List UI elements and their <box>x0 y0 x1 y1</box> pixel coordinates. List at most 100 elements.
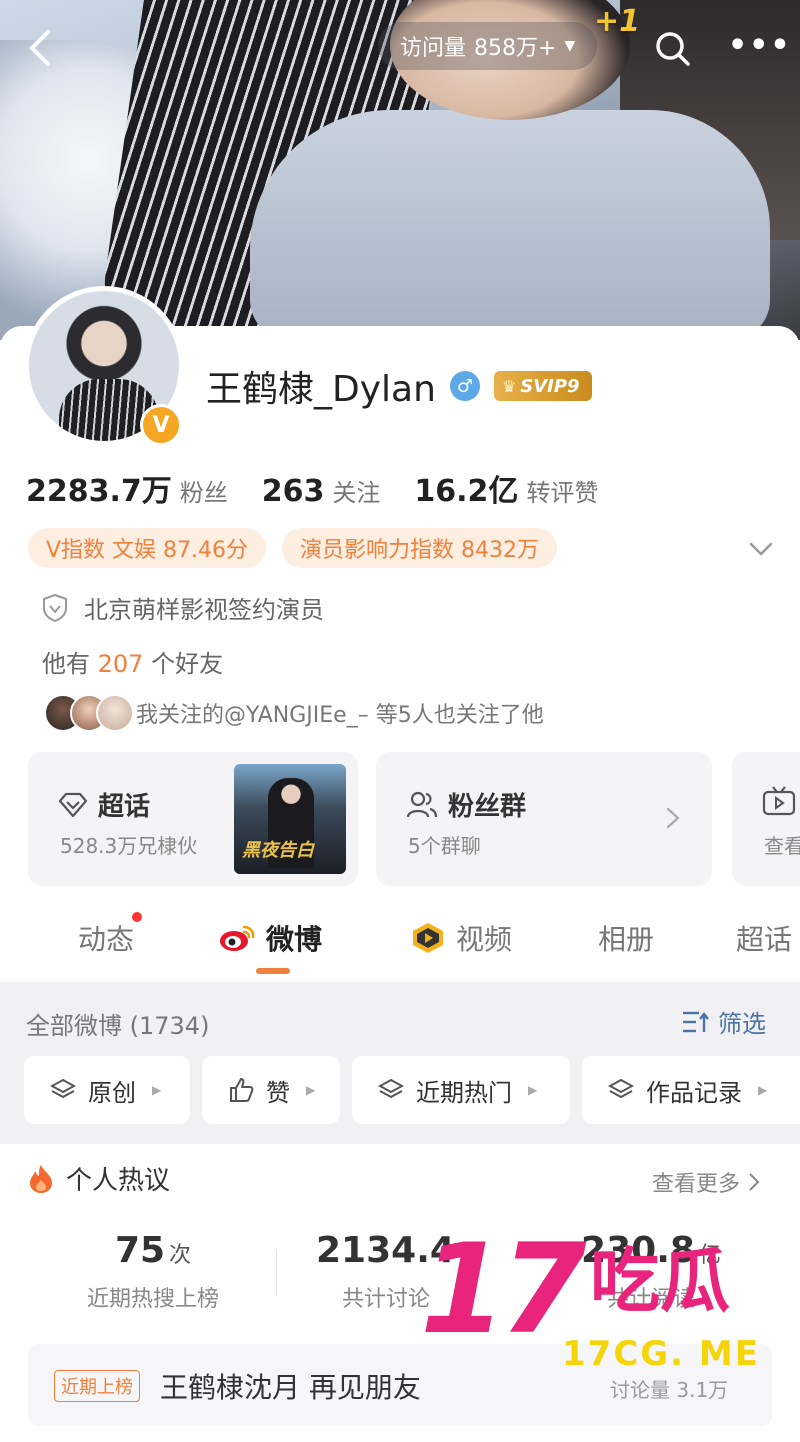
mutual-follow-row[interactable]: 我关注的@YANGJIEe_– 等5人也关注了他 <box>44 694 544 732</box>
thumbs-up-icon <box>230 1078 254 1102</box>
thumbnail-title: 黑夜告白 <box>242 840 314 861</box>
filter-icon <box>683 1011 709 1032</box>
tab-label: 视频 <box>456 923 513 956</box>
active-tab-indicator <box>256 968 290 974</box>
mutual-avatars <box>44 694 134 732</box>
filter-button[interactable]: 筛选 <box>682 1004 766 1039</box>
tab-weibo[interactable]: 微博 <box>218 918 322 958</box>
caret-right-icon: ▶ <box>152 1083 162 1097</box>
tab-album[interactable]: 相册 <box>598 918 654 958</box>
stat-value: 263 <box>261 474 325 509</box>
see-more-label: 查看更多 <box>652 1172 741 1197</box>
metric-unit: 次 <box>169 1243 192 1268</box>
profile-stats: 2283.7万 粉丝 263 关注 16.2亿 转评赞 <box>26 466 598 510</box>
feed-filter-area: 全部微博 (1734) 筛选 原创 ▶ 赞 ▶ 近期热门 ▶ 作品记录 ▶ <box>0 982 800 1144</box>
supertopic-card[interactable]: 超话 528.3万兄棣伙 黑夜告白 <box>28 752 358 886</box>
see-more-link[interactable]: 查看更多 <box>652 1166 760 1198</box>
avatar <box>96 694 134 732</box>
stat-value: 16.2亿 <box>414 474 519 509</box>
more-icon[interactable]: ••• <box>728 28 790 68</box>
svip-label: SVIP9 <box>520 375 580 397</box>
trend-tag: 近期上榜 <box>54 1370 140 1402</box>
friends-row[interactable]: 他有 207 个好友 <box>42 644 223 679</box>
pill-original[interactable]: 原创 ▶ <box>24 1056 190 1124</box>
top-bar: 访问量 858万+ ▼ +1 ••• <box>0 0 800 96</box>
weibo-icon <box>220 925 255 951</box>
metric-value: 75 <box>114 1230 166 1271</box>
actor-influence-chip[interactable]: 演员影响力指数 8432万 <box>282 528 558 568</box>
watermark-url: 17CG. ME <box>562 1334 760 1374</box>
chevron-down-icon[interactable] <box>748 536 774 562</box>
caret-right-icon: ▶ <box>528 1083 538 1097</box>
tab-video[interactable]: 视频 <box>410 918 512 958</box>
metric-divider <box>276 1250 277 1296</box>
metric-hot-search: 75 次 近期热搜上榜 <box>78 1230 228 1313</box>
fire-icon <box>30 1164 52 1193</box>
plus-one-badge: +1 <box>594 4 641 39</box>
verification-text: 北京萌样影视签约演员 <box>84 596 324 624</box>
friends-count: 207 <box>97 650 144 678</box>
all-posts-label: 全部微博 (1734) <box>26 1012 210 1040</box>
tab-dynamics[interactable]: 动态 <box>78 912 143 958</box>
trend-title: 王鹤棣沈月 再见朋友 <box>160 1371 421 1404</box>
pill-likes[interactable]: 赞 ▶ <box>202 1056 340 1124</box>
tab-supertopic[interactable]: 超话 <box>736 918 792 958</box>
search-icon[interactable] <box>652 28 692 68</box>
verified-badge: V <box>140 404 182 446</box>
caret-down-icon: ▼ <box>564 38 576 54</box>
v-index-chip[interactable]: V指数 文娱 87.46分 <box>28 528 267 568</box>
stat-label: 粉丝 <box>179 479 228 507</box>
filter-label: 筛选 <box>718 1010 766 1038</box>
watermark-logo: 17 吃瓜 17CG. ME <box>420 1228 780 1386</box>
friends-prefix: 他有 <box>42 650 90 678</box>
chevron-right-icon <box>666 807 680 829</box>
stat-following[interactable]: 263 关注 <box>262 473 381 509</box>
cover-pillow <box>250 110 770 340</box>
profile-tabs: 动态 微博 视频 相册 超话 <box>0 900 800 980</box>
tv-icon <box>762 786 796 816</box>
stat-fans[interactable]: 2283.7万 粉丝 <box>26 466 228 510</box>
pill-recent-hot[interactable]: 近期热门 ▶ <box>352 1056 570 1124</box>
card-subtitle: 528.3万兄棣伙 <box>60 834 198 858</box>
visits-value: 858万+ <box>474 36 557 61</box>
stat-interactions[interactable]: 16.2亿 转评赞 <box>414 466 598 510</box>
tab-label: 超话 <box>736 923 793 956</box>
stat-value: 2283.7万 <box>26 474 172 509</box>
mutual-follow-text: 我关注的@YANGJIEe_– 等5人也关注了他 <box>136 703 544 728</box>
pill-label: 原创 <box>88 1078 136 1107</box>
stat-label: 关注 <box>332 479 381 507</box>
visits-pill[interactable]: 访问量 858万+ ▼ <box>378 22 598 70</box>
verification-row: 北京萌样影视签约演员 <box>42 590 324 625</box>
pill-label: 赞 <box>266 1078 290 1107</box>
visits-label: 访问量 <box>400 36 467 61</box>
hot-section-header: 个人热议 <box>28 1160 170 1197</box>
friends-suffix: 个好友 <box>151 650 224 678</box>
caret-right-icon: ▶ <box>758 1083 768 1097</box>
male-icon: ♂ <box>449 371 480 401</box>
video-card[interactable]: 查看 <box>732 752 800 886</box>
card-title-text: 粉丝群 <box>448 792 527 822</box>
layers-icon <box>608 1078 634 1099</box>
supertopic-thumbnail: 黑夜告白 <box>234 764 346 874</box>
fan-group-card[interactable]: 粉丝群 5个群聊 <box>376 752 712 886</box>
back-icon[interactable] <box>22 28 62 68</box>
notification-dot <box>132 912 143 922</box>
card-subtitle: 5个群聊 <box>408 834 481 858</box>
watermark-chinese: 吃瓜 <box>590 1240 730 1322</box>
tab-label: 动态 <box>78 923 135 956</box>
pill-works[interactable]: 作品记录 ▶ <box>582 1056 800 1124</box>
hot-section-title: 个人热议 <box>66 1166 171 1196</box>
layers-icon <box>378 1078 404 1099</box>
stat-label: 转评赞 <box>526 479 599 507</box>
pill-label: 近期热门 <box>416 1078 512 1107</box>
card-title-text: 超话 <box>98 792 151 822</box>
card-title: 粉丝群 <box>406 786 526 823</box>
card-title: 超话 <box>58 786 150 823</box>
chevron-right-icon <box>749 1173 760 1191</box>
svip-badge[interactable]: ♛ SVIP9 <box>493 371 592 401</box>
tab-label: 相册 <box>598 923 655 956</box>
crown-icon: ♛ <box>501 376 517 396</box>
diamond-icon <box>58 792 88 817</box>
watermark-number: 17 <box>420 1218 587 1362</box>
shield-icon <box>43 593 67 622</box>
